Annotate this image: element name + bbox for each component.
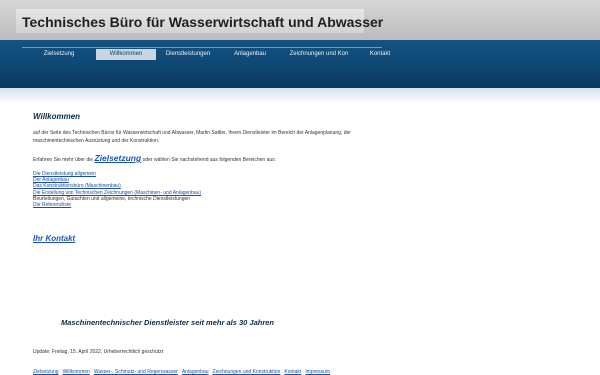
area-link-dienstleistung[interactable]: Die Dienstleistung allgemein [33, 171, 96, 177]
choose-suffix: oder wählen Sie nachstehend aus folgende… [142, 157, 277, 163]
nav-item-zeichnungen[interactable]: Zeichnungen und Kon [280, 49, 358, 60]
footer-link-willkommen[interactable]: Willkommen [63, 369, 90, 375]
slogan: Maschinentechnischer Dienstleister seit … [61, 318, 275, 327]
choose-text: Erfahren Sie mehr über die Zielsetzung o… [33, 154, 276, 164]
nav-fade [0, 88, 600, 104]
list-item: Die Referenzliste [33, 202, 201, 208]
main-nav: Zielsetzung Willkommen Dienstleistungen … [22, 49, 402, 61]
site-title: Technisches Büro für Wasserwirtschaft un… [22, 14, 384, 30]
footer-link-wasser[interactable]: Wasser-, Schmutz- und Regenwasser [94, 369, 178, 375]
area-text-beurteilungen: Beurteilungen, Gutachten und allgemeine,… [33, 195, 191, 202]
area-link-anlagenbau[interactable]: Der Anlagenbau [33, 177, 69, 183]
nav-divider [22, 47, 382, 48]
nav-item-anlagenbau[interactable]: Anlagenbau [220, 49, 280, 60]
area-link-zeichnungen[interactable]: Die Erstellung von Technischen Zeichnung… [33, 190, 201, 196]
intro-text: auf der Seite des Technischen Büros für … [33, 130, 351, 144]
footer-link-kontakt[interactable]: Kontakt [284, 369, 301, 375]
area-list: Die Dienstleistung allgemein Der Anlagen… [33, 171, 201, 208]
footer-link-zielsetzung[interactable]: Zielsetzung [33, 369, 59, 375]
area-link-referenzliste[interactable]: Die Referenzliste [33, 202, 71, 208]
nav-item-dienstleistungen[interactable]: Dienstleistungen [156, 49, 220, 60]
footer-link-impressum[interactable]: Impressum [305, 369, 330, 375]
footer-link-anlagenbau[interactable]: Anlagenbau [182, 369, 209, 375]
zielsetzung-link[interactable]: Zielsetzung [94, 153, 141, 163]
contact-link[interactable]: Ihr Kontakt [33, 234, 75, 243]
area-link-konstruktionsbuero[interactable]: Das Konstruktionsbüro (Maschinenbau) [33, 183, 121, 189]
nav-item-zielsetzung[interactable]: Zielsetzung [22, 49, 96, 60]
footer-link-zeichnungen[interactable]: Zeichnungen und Konstruktion [213, 369, 281, 375]
nav-item-kontakt[interactable]: Kontakt [358, 49, 402, 60]
page-title: Willkommen [33, 112, 81, 121]
footer-nav: Zielsetzung Willkommen Wasser-, Schmutz-… [33, 369, 330, 375]
choose-prefix: Erfahren Sie mehr über die [33, 157, 94, 163]
update-text: Update: Freitag, 15. April 2022, Urheber… [33, 349, 164, 355]
nav-item-willkommen[interactable]: Willkommen [96, 49, 156, 60]
